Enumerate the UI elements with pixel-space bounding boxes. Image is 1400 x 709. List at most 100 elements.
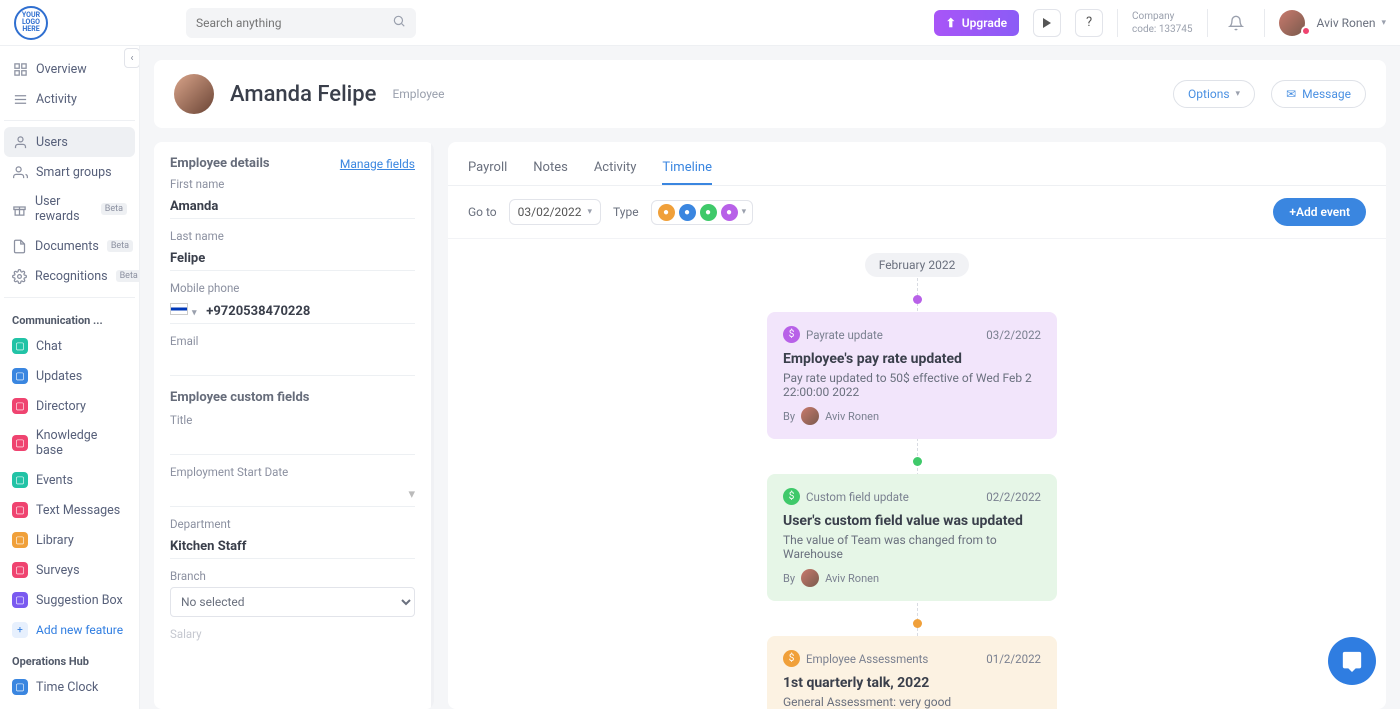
user-icon [12,134,28,150]
collapse-sidebar-button[interactable]: ‹ [124,48,140,68]
event-description: General Assessment: very good [783,695,1041,709]
menu-icon [12,91,28,107]
add-section-button[interactable]: + Add section [4,702,135,709]
feature-icon: ▢ [12,592,28,608]
feature-icon: ▢ [12,532,28,548]
sidebar-item-users[interactable]: Users [4,127,135,157]
sidebar-item-recognitions[interactable]: RecognitionsBeta [4,261,135,291]
department-value[interactable]: Kitchen Staff [170,535,415,559]
sidebar-item-suggestion-box[interactable]: ▢Suggestion Box [4,585,135,615]
timeline-event-card[interactable]: $Custom field update02/2/2022User's cust… [767,474,1057,601]
notifications-icon[interactable] [1222,9,1250,37]
event-description: Pay rate updated to 50$ effective of Wed… [783,371,1041,399]
timeline-dot [913,457,922,466]
tab-payroll[interactable]: Payroll [468,152,507,185]
search-box[interactable] [186,8,416,38]
search-icon [392,14,406,32]
sidebar-item-directory[interactable]: ▢Directory [4,391,135,421]
sidebar-item-knowledge-base[interactable]: ▢Knowledge base [4,421,135,465]
timeline-event-card[interactable]: $ Employee Assessments 01/2/2022 1st quarte… [767,636,1057,709]
type-label: Type [613,205,639,219]
avatar [801,407,819,425]
chevron-down-icon: ▾ [1381,18,1386,28]
feature-icon: ▢ [12,398,28,414]
first-name-value[interactable]: Amanda [170,195,415,219]
upgrade-button[interactable]: ⬆ Upgrade [934,10,1019,36]
sidebar-item-documents[interactable]: DocumentsBeta [4,231,135,261]
sidebar-item-overview[interactable]: Overview [4,54,135,84]
event-author: By Aviv Ronen [783,407,1041,425]
type-filter[interactable]: ●●●●▾ [651,200,754,225]
date-picker[interactable]: 03/02/2022 ▾ [509,199,601,225]
employee-name: Amanda Felipe [230,82,376,107]
mobile-value[interactable]: ▾ +9720538470228 [170,299,415,324]
tab-timeline[interactable]: Timeline [662,152,712,185]
event-type-icon: $ [783,650,800,667]
avatar [801,569,819,587]
start-date-value[interactable]: ▾ [170,483,415,507]
message-button[interactable]: ✉ Message [1271,80,1366,108]
timeline-toolbar: Go to 03/02/2022 ▾ Type ●●●●▾ +Add event [448,186,1386,239]
timeline-event-card[interactable]: $Payrate update03/2/2022Employee's pay r… [767,312,1057,439]
feature-icon: ▢ [12,502,28,518]
sidebar-item-user-rewards[interactable]: User rewardsBeta [4,187,135,231]
custom-fields-title: Employee custom fields [170,390,415,405]
manage-fields-link[interactable]: Manage fields [340,157,415,171]
sidebar-item-chat[interactable]: ▢Chat [4,331,135,361]
feature-icon: ▢ [12,435,28,451]
employee-header: Amanda Felipe Employee Options ▾ ✉ Messa… [154,60,1386,128]
sidebar-item-activity[interactable]: Activity [4,84,135,114]
users-icon [12,164,28,180]
feature-icon: ▢ [12,562,28,578]
upgrade-icon: ⬆ [946,16,956,30]
employee-avatar [174,74,214,114]
event-title: User's custom field value was updated [783,513,1041,529]
event-type-icon: $ [783,326,800,343]
message-icon: ✉ [1286,87,1296,101]
timeline: February 2022 $Payrate update03/2/2022Em… [627,253,1207,709]
email-value[interactable] [170,352,415,376]
sidebar-item-smart-groups[interactable]: Smart groups [4,157,135,187]
feature-icon: ▢ [12,338,28,354]
play-button[interactable] [1033,9,1061,37]
options-button[interactable]: Options ▾ [1173,80,1255,108]
flag-icon [170,303,188,315]
upgrade-label: Upgrade [962,16,1007,30]
doc-icon [12,238,27,254]
sidebar-item-surveys[interactable]: ▢Surveys [4,555,135,585]
help-button[interactable]: ? [1075,9,1103,37]
sidebar-item-time-clock[interactable]: ▢Time Clock [4,672,135,702]
feature-icon: ▢ [12,368,28,384]
sidebar-item-events[interactable]: ▢Events [4,465,135,495]
event-type: Employee Assessments [806,652,928,666]
profile-content-panel: PayrollNotesActivityTimeline Go to 03/02… [448,142,1386,709]
profile-tabs: Payroll Notes Activity Timeline [448,142,1386,186]
sidebar-item-text-messages[interactable]: ▢Text Messages [4,495,135,525]
beta-badge: Beta [101,203,127,215]
timeline-dot [913,295,922,304]
chevron-down-icon: ▾ [742,207,747,217]
add-feature-button[interactable]: + Add new feature [4,615,135,645]
user-menu[interactable]: Aviv Ronen ▾ [1279,10,1386,36]
event-date: 01/2/2022 [986,652,1041,666]
chevron-down-icon: ▾ [1236,89,1241,99]
search-input[interactable] [196,16,392,30]
last-name-value[interactable]: Felipe [170,247,415,271]
tab-notes[interactable]: Notes [533,152,568,185]
type-chip: ● [679,204,696,221]
sidebar-item-updates[interactable]: ▢Updates [4,361,135,391]
section-operations: Operations Hub [4,645,135,672]
sidebar-item-library[interactable]: ▢Library [4,525,135,555]
branch-select[interactable]: No selected [170,587,415,617]
add-event-button[interactable]: +Add event [1273,198,1366,226]
event-title: 1st quarterly talk, 2022 [783,675,1041,691]
tab-activity[interactable]: Activity [594,152,637,185]
intercom-button[interactable] [1328,637,1376,685]
status-dot-icon [1301,26,1311,36]
plus-icon: + [12,622,28,638]
gift-icon [12,201,27,217]
event-description: The value of Team was changed from to Wa… [783,533,1041,561]
feature-icon: ▢ [12,679,28,695]
event-type-icon: $ [783,488,800,505]
title-value[interactable] [170,431,415,455]
